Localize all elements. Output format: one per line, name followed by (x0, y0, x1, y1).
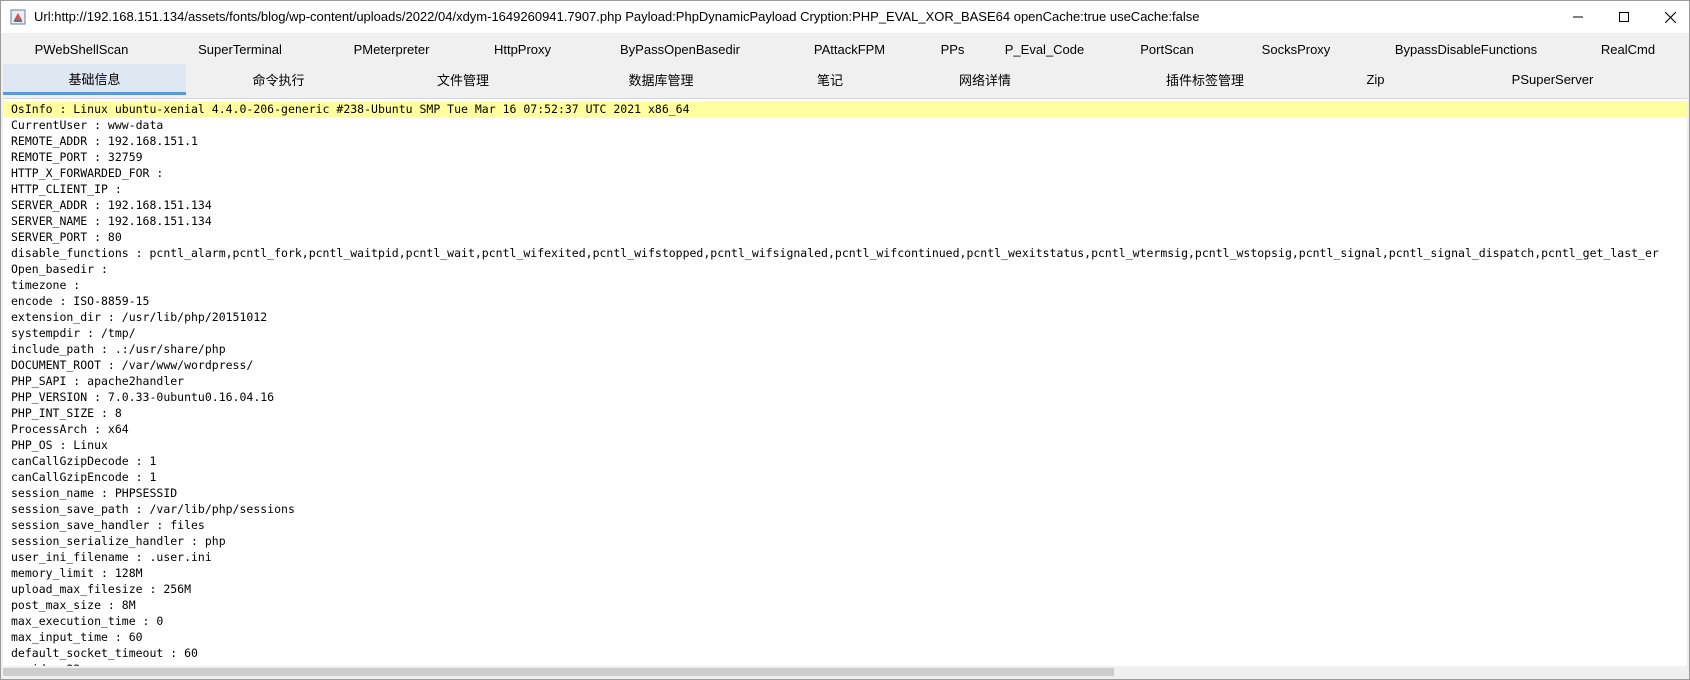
tab-notes[interactable]: 笔记 (767, 64, 893, 95)
info-line: include_path : .:/usr/share/php (11, 342, 226, 356)
info-line: PHP_VERSION : 7.0.33-0ubuntu0.16.04.16 (11, 390, 275, 404)
tab-bypassopenbasedir[interactable]: ByPassOpenBasedir (582, 34, 778, 64)
tab-command-exec[interactable]: 命令执行 (186, 64, 371, 95)
info-line: memory_limit : 128M (11, 566, 143, 580)
info-line: upload_max_filesize : 256M (11, 582, 192, 596)
info-line: post_max_size : 8M (11, 598, 136, 612)
tab-plugin-label-manager[interactable]: 插件标签管理 (1077, 64, 1333, 95)
tab-p-eval-code[interactable]: P_Eval_Code (984, 34, 1105, 64)
info-line: session_save_path : /var/lib/php/session… (11, 502, 295, 516)
tab-portscan[interactable]: PortScan (1105, 34, 1229, 64)
tab-pwebshellscan[interactable]: PWebShellScan (3, 34, 160, 64)
info-line: DOCUMENT_ROOT : /var/www/wordpress/ (11, 358, 254, 372)
tab-zip[interactable]: Zip (1333, 64, 1418, 95)
tab-network-details[interactable]: 网络详情 (893, 64, 1077, 95)
main-tab-row: 基础信息 命令执行 文件管理 数据库管理 笔记 网络详情 插件标签管理 Zip … (1, 64, 1689, 95)
info-line: ProcessArch : x64 (11, 422, 129, 436)
minimize-button[interactable] (1555, 1, 1601, 33)
info-line: SERVER_PORT : 80 (11, 230, 122, 244)
info-line: user_ini_filename : .user.ini (11, 550, 212, 564)
minimize-icon (1573, 16, 1583, 18)
info-line: default_socket_timeout : 60 (11, 646, 198, 660)
info-line: SERVER_ADDR : 192.168.151.134 (11, 198, 212, 212)
info-line: CurrentUser : www-data (11, 118, 164, 132)
tab-socksproxy[interactable]: SocksProxy (1229, 34, 1363, 64)
info-line: canCallGzipDecode : 1 (11, 454, 157, 468)
window-title: Url:http://192.168.151.134/assets/fonts/… (34, 9, 1200, 24)
info-line: disable_functions : pcntl_alarm,pcntl_fo… (11, 246, 1659, 260)
app-icon (10, 9, 26, 25)
horizontal-scrollbar[interactable] (3, 666, 1687, 678)
plugin-tab-row: PWebShellScan SuperTerminal PMeterpreter… (1, 34, 1689, 64)
tab-superterminal[interactable]: SuperTerminal (160, 34, 320, 64)
info-line: HTTP_CLIENT_IP : (11, 182, 122, 196)
info-line: PHP_INT_SIZE : 8 (11, 406, 122, 420)
tab-bypassdisablefunctions[interactable]: BypassDisableFunctions (1363, 34, 1569, 64)
info-line: OsInfo : Linux ubuntu-xenial 4.4.0-206-g… (3, 101, 1687, 117)
info-line-list: OsInfo : Linux ubuntu-xenial 4.4.0-206-g… (3, 101, 1687, 666)
tab-httpproxy[interactable]: HttpProxy (463, 34, 582, 64)
info-line: max_input_time : 60 (11, 630, 143, 644)
close-icon (1664, 11, 1676, 23)
tab-pattackfpm[interactable]: PAttackFPM (778, 34, 921, 64)
info-line: HTTP_X_FORWARDED_FOR : (11, 166, 164, 180)
tab-realcmd[interactable]: RealCmd (1569, 34, 1687, 64)
maximize-icon (1619, 12, 1629, 22)
info-line: max_execution_time : 0 (11, 614, 164, 628)
info-line: SERVER_NAME : 192.168.151.134 (11, 214, 212, 228)
info-line: PHP_SAPI : apache2handler (11, 374, 185, 388)
info-line: session_save_handler : files (11, 518, 205, 532)
info-line: PHP_OS : Linux (11, 438, 108, 452)
info-line: canCallGzipEncode : 1 (11, 470, 157, 484)
close-button[interactable] (1647, 1, 1689, 33)
tab-pps[interactable]: PPs (921, 34, 984, 64)
tab-pmeterpreter[interactable]: PMeterpreter (320, 34, 463, 64)
info-line: timezone : (11, 278, 81, 292)
basic-info-text-area[interactable]: OsInfo : Linux ubuntu-xenial 4.4.0-206-g… (3, 98, 1687, 666)
info-line: session_name : PHPSESSID (11, 486, 178, 500)
info-line: systempdir : /tmp/ (11, 326, 136, 340)
info-line: session_serialize_handler : php (11, 534, 226, 548)
info-line: REMOTE_ADDR : 192.168.151.1 (11, 134, 198, 148)
title-bar[interactable]: Url:http://192.168.151.134/assets/fonts/… (1, 1, 1689, 33)
info-line: encode : ISO-8859-15 (11, 294, 150, 308)
info-line: extension_dir : /usr/lib/php/20151012 (11, 310, 268, 324)
tab-basic-info[interactable]: 基础信息 (3, 64, 186, 95)
horizontal-scroll-thumb[interactable] (3, 668, 1114, 676)
tab-file-manager[interactable]: 文件管理 (371, 64, 555, 95)
tab-database-manager[interactable]: 数据库管理 (555, 64, 767, 95)
maximize-button[interactable] (1601, 1, 1647, 33)
application-window: Url:http://192.168.151.134/assets/fonts/… (0, 0, 1690, 680)
info-line: REMOTE_PORT : 32759 (11, 150, 143, 164)
info-line: Open_basedir : (11, 262, 108, 276)
tab-psuperserver[interactable]: PSuperServer (1418, 64, 1687, 95)
